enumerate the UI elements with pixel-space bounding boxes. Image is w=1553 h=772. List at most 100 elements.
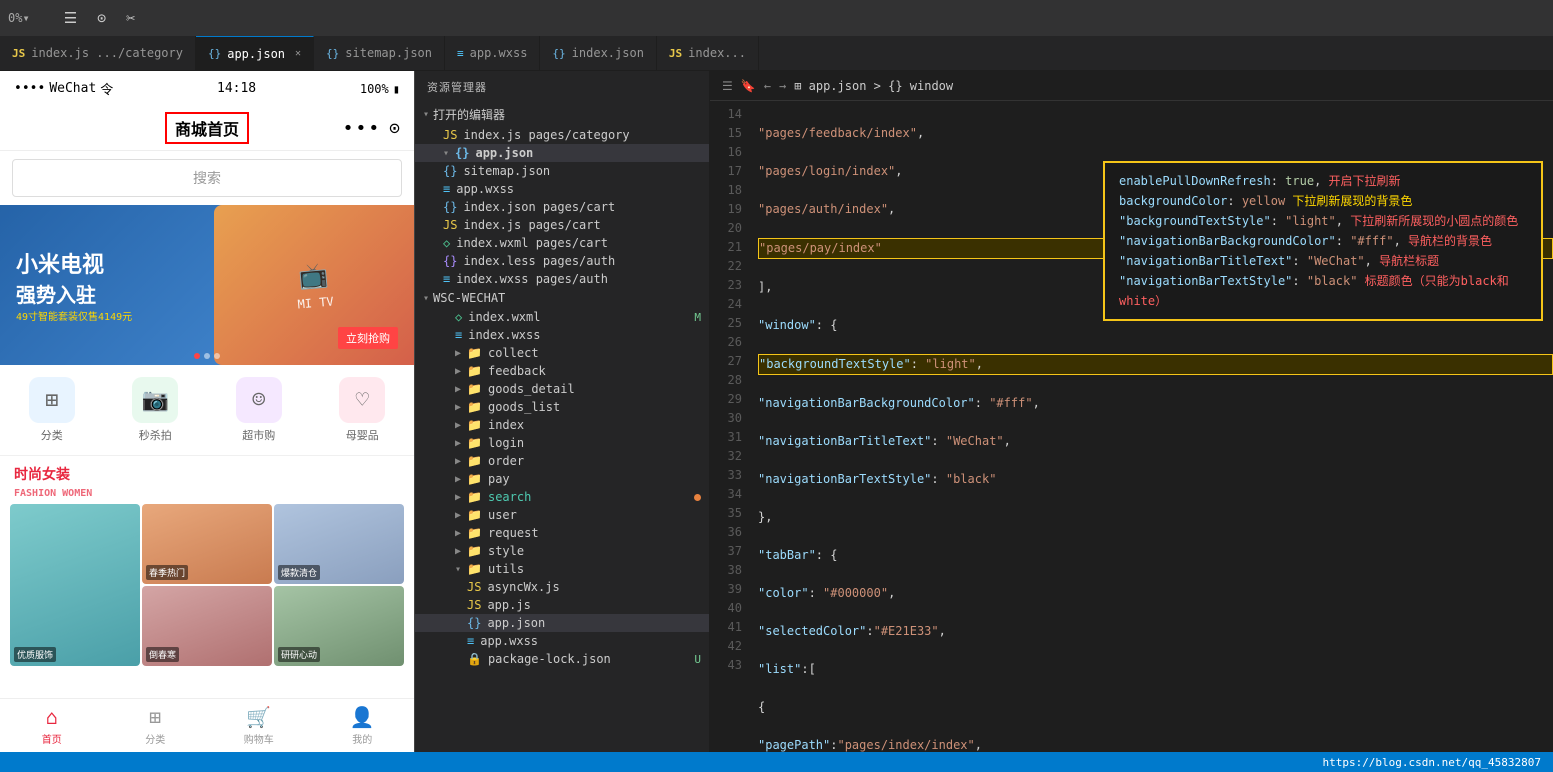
photo-label-3: 爆款清仓	[278, 565, 320, 580]
file-index-js-category[interactable]: JS index.js pages/category	[415, 126, 709, 144]
file-asyncwx-js[interactable]: JS asyncWx.js	[415, 578, 709, 596]
folder-icon: 📁	[467, 400, 482, 414]
editor-toolbar: ☰ 🔖 ← →	[722, 79, 786, 93]
photo-cell-3[interactable]: 爆款清仓	[274, 504, 404, 584]
folder-utils[interactable]: ▾ 📁 utils	[415, 560, 709, 578]
wxml-icon: ◇	[443, 236, 450, 250]
file-label: app.json	[475, 146, 533, 160]
editor-body: 14 15 16 17 18 19 20 21 22 23 24 25 26 2…	[710, 101, 1553, 752]
line-numbers: 14 15 16 17 18 19 20 21 22 23 24 25 26 2…	[710, 101, 750, 752]
folder-search[interactable]: ▶ 📁 search	[415, 488, 709, 506]
status-right: 100% ▮	[360, 82, 400, 96]
folder-label: style	[488, 544, 524, 558]
folder-icon: 📁	[467, 472, 482, 486]
camera-icon[interactable]: ⊙	[389, 118, 400, 139]
section-wsc-wechat[interactable]: ▾ WSC-WECHAT	[415, 288, 709, 308]
tab-js-icon: JS	[12, 47, 25, 60]
zoom-level[interactable]: 0%▾	[8, 11, 30, 25]
battery-icon: ▮	[393, 82, 400, 96]
folder-feedback[interactable]: ▶ 📁 feedback	[415, 362, 709, 380]
home-icon: ⌂	[46, 705, 58, 729]
banner-tag: 立刻抢购	[338, 327, 398, 349]
toolbar-bookmark-icon[interactable]: 🔖	[741, 79, 756, 93]
file-label: app.json	[487, 616, 545, 630]
file-index-json-cart[interactable]: {} index.json pages/cart	[415, 198, 709, 216]
tab-index-json[interactable]: {} index.json	[540, 36, 657, 70]
file-package-lock-json[interactable]: 🔒 package-lock.json U	[415, 650, 709, 668]
tab-label: index.js .../category	[31, 46, 183, 60]
file-index-wxss-auth[interactable]: ≡ index.wxss pages/auth	[415, 270, 709, 288]
toolbar-icon-cut[interactable]: ✂	[126, 9, 135, 27]
tab-wxss-icon: ≡	[457, 47, 464, 60]
folder-style[interactable]: ▶ 📁 style	[415, 542, 709, 560]
category-item-seckill[interactable]: 📷 秒杀拍	[132, 377, 178, 443]
tab-index2[interactable]: JS index...	[657, 36, 759, 70]
bottom-tab-mine[interactable]: 👤 我的	[311, 705, 415, 746]
toolbar-icon-menu[interactable]: ☰	[64, 9, 77, 27]
toolbar-icon-circle[interactable]: ⊙	[97, 9, 106, 27]
photo-cell-4[interactable]: 倒春寒	[142, 586, 272, 666]
file-index-wxml[interactable]: ◇ index.wxml M	[415, 308, 709, 326]
tab-sitemap-json[interactable]: {} sitemap.json	[314, 36, 445, 70]
file-app-wxss2[interactable]: ≡ app.wxss	[415, 632, 709, 650]
file-index-js-cart[interactable]: JS index.js pages/cart	[415, 216, 709, 234]
category-item-fenlei[interactable]: ⊞ 分类	[29, 377, 75, 443]
tab-app-wxss[interactable]: ≡ app.wxss	[445, 36, 540, 70]
fashion-label: 时尚女装FASHION WOMEN	[0, 456, 414, 504]
file-app-js[interactable]: JS app.js	[415, 596, 709, 614]
file-label: index.json pages/cart	[463, 200, 615, 214]
ann-line-4: "navigationBarBackgroundColor": "#fff", …	[1119, 231, 1527, 251]
photo-cell-1[interactable]: 优质服饰	[10, 504, 140, 666]
file-app-wxss[interactable]: ≡ app.wxss	[415, 180, 709, 198]
tab-app-json[interactable]: {} app.json ✕	[196, 36, 314, 70]
category-label-supermarket: 超市购	[242, 427, 275, 443]
tab-close-btn[interactable]: ✕	[295, 48, 301, 59]
folder-index[interactable]: ▶ 📁 index	[415, 416, 709, 434]
panel-title: 资源管理器	[415, 71, 709, 103]
folder-pay[interactable]: ▶ 📁 pay	[415, 470, 709, 488]
tab-label: index...	[688, 46, 746, 60]
folder-login[interactable]: ▶ 📁 login	[415, 434, 709, 452]
tab-index-js-category[interactable]: JS index.js .../category	[0, 36, 196, 70]
folder-collect[interactable]: ▶ 📁 collect	[415, 344, 709, 362]
code-line-27: "selectedColor":"#E21E33",	[758, 622, 1553, 641]
chevron-right-icon: ▶	[455, 402, 461, 413]
code-line-25: "tabBar": {	[758, 546, 1553, 565]
bottom-tab-category[interactable]: ⊞ 分类	[104, 705, 208, 746]
photo-cell-5[interactable]: 研研心动	[274, 586, 404, 666]
bottom-tab-home[interactable]: ⌂ 首页	[0, 705, 104, 746]
file-app-json2[interactable]: {} app.json	[415, 614, 709, 632]
folder-label: login	[488, 436, 524, 450]
section-label-open-editors: 打开的编辑器	[433, 106, 505, 123]
folder-icon: 📁	[467, 382, 482, 396]
search-bar[interactable]: 搜索	[12, 159, 402, 197]
phone-panel: •••• WeChat 令 14:18 100% ▮ 商城首页 ••• ⊙ 搜索…	[0, 71, 415, 752]
file-app-json[interactable]: ▾ {} app.json	[415, 144, 709, 162]
folder-user[interactable]: ▶ 📁 user	[415, 506, 709, 524]
file-index-wxml-cart[interactable]: ◇ index.wxml pages/cart	[415, 234, 709, 252]
category-item-supermarket[interactable]: ☺ 超市购	[236, 377, 282, 443]
bottom-tab-cart[interactable]: 🛒 购物车	[207, 705, 311, 746]
category-item-baby[interactable]: ♡ 母婴品	[339, 377, 385, 443]
photo-cell-2[interactable]: 春季热门	[142, 504, 272, 584]
wxss-icon: ≡	[443, 272, 450, 286]
file-index-less-auth[interactable]: {} index.less pages/auth	[415, 252, 709, 270]
folder-goods-detail[interactable]: ▶ 📁 goods_detail	[415, 380, 709, 398]
file-sitemap-json[interactable]: {} sitemap.json	[415, 162, 709, 180]
section-open-editors[interactable]: ▾ 打开的编辑器	[415, 103, 709, 126]
folder-goods-list[interactable]: ▶ 📁 goods_list	[415, 398, 709, 416]
folder-icon: 📁	[467, 454, 482, 468]
code-line-28: "list":[	[758, 660, 1553, 679]
folder-request[interactable]: ▶ 📁 request	[415, 524, 709, 542]
toolbar-menu-icon[interactable]: ☰	[722, 79, 733, 93]
dot-1	[194, 353, 200, 359]
folder-order[interactable]: ▶ 📁 order	[415, 452, 709, 470]
more-icon[interactable]: •••	[343, 118, 382, 139]
code-line-14: "pages/feedback/index",	[758, 124, 1553, 143]
file-index-wxss[interactable]: ≡ index.wxss	[415, 326, 709, 344]
banner-text: 小米电视 强势入驻 49寸智能套装仅售4149元	[16, 247, 132, 323]
file-label: package-lock.json	[488, 652, 611, 666]
toolbar-back-icon[interactable]: ←	[764, 79, 771, 93]
toolbar-forward-icon[interactable]: →	[779, 79, 786, 93]
folder-label: search	[488, 490, 531, 504]
